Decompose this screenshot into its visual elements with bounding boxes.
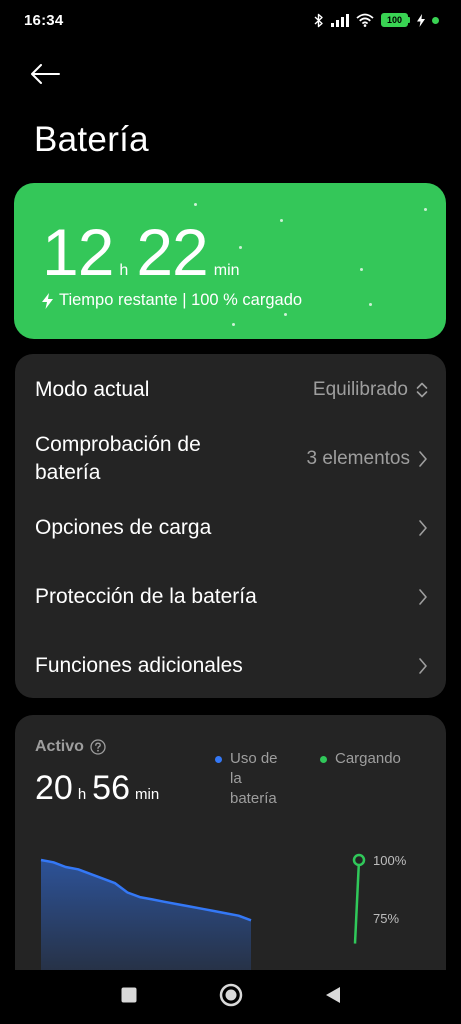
charging-dot xyxy=(432,16,439,24)
chart-legend: Uso de la batería Cargando xyxy=(215,749,401,809)
charging-point xyxy=(352,853,366,867)
active-hours-unit: h xyxy=(77,786,87,803)
chevron-right-icon xyxy=(419,589,427,605)
square-recent-icon xyxy=(121,987,136,1003)
y-tick-label: 75% xyxy=(373,911,399,926)
chevron-right-icon xyxy=(419,658,427,674)
remaining-minutes-unit: min xyxy=(213,262,240,279)
updown-chevron-icon xyxy=(416,382,428,398)
settings-row-label: Funciones adicionales xyxy=(35,654,243,677)
question-circle-icon[interactable] xyxy=(90,739,106,755)
remaining-time: 12 h 22 min xyxy=(42,219,248,285)
activity-card: Activo 20 h 56 min Uso de la batería Car… xyxy=(15,715,446,975)
wifi-icon xyxy=(356,13,374,27)
triangle-back-icon xyxy=(325,987,340,1003)
settings-row-label: Modo actual xyxy=(35,378,150,401)
arrow-left-icon xyxy=(31,64,60,84)
active-label: Activo xyxy=(35,738,106,756)
back-button[interactable] xyxy=(30,58,66,90)
legend-item-usage: Uso de la batería xyxy=(215,749,292,809)
settings-row-funciones[interactable]: Funciones adicionales xyxy=(35,650,428,682)
active-time: 20 h 56 min xyxy=(35,771,165,805)
remaining-minutes: 22 xyxy=(136,215,208,289)
lightning-icon xyxy=(42,292,53,309)
legend-label-charging: Cargando xyxy=(335,750,401,767)
legend-dot-usage xyxy=(215,756,222,763)
settings-row-opciones-carga[interactable]: Opciones de carga xyxy=(35,512,428,544)
back-nav-button[interactable] xyxy=(321,983,345,1007)
chevron-right-icon xyxy=(419,451,427,467)
settings-row-comprobacion[interactable]: Comprobación de batería 3 elementos xyxy=(35,430,428,488)
charging-line xyxy=(353,859,361,944)
settings-card: Modo actual Equilibrado Comprobación de … xyxy=(15,354,446,698)
active-minutes: 56 xyxy=(92,769,130,807)
signal-icon xyxy=(331,13,349,27)
remaining-time-card: 12 h 22 min Tiempo restante | 100 % carg… xyxy=(14,183,446,339)
circle-home-icon xyxy=(219,983,242,1007)
battery-level: 100 xyxy=(381,13,408,27)
active-minutes-unit: min xyxy=(135,786,160,803)
settings-row-proteccion[interactable]: Protección de la batería xyxy=(35,581,428,613)
legend-item-charging: Cargando xyxy=(320,749,401,809)
status-time: 16:34 xyxy=(24,11,64,29)
active-hours: 20 xyxy=(35,769,73,807)
page-title: Batería xyxy=(34,120,149,159)
navigation-bar xyxy=(0,970,461,1024)
battery-chart: 100% 75% xyxy=(40,853,407,975)
chevron-right-icon xyxy=(419,520,427,536)
legend-dot-charging xyxy=(320,756,327,763)
home-button[interactable] xyxy=(219,983,243,1007)
recent-apps-button[interactable] xyxy=(117,983,141,1007)
usage-area xyxy=(41,860,251,975)
remaining-subtitle: Tiempo restante | 100 % cargado xyxy=(42,291,302,310)
settings-row-label: Comprobación de batería xyxy=(35,433,201,484)
settings-row-label: Protección de la batería xyxy=(35,585,257,608)
settings-row-value: Equilibrado xyxy=(312,379,408,400)
status-bar: 16:34 100 xyxy=(0,0,461,40)
remaining-hours-unit: h xyxy=(119,262,129,279)
settings-row-label: Opciones de carga xyxy=(35,516,212,539)
battery-icon: 100 xyxy=(381,13,410,27)
remaining-hours: 12 xyxy=(42,215,114,289)
settings-row-modo-actual[interactable]: Modo actual Equilibrado xyxy=(35,374,428,406)
bluetooth-icon xyxy=(314,13,324,28)
y-tick-label: 100% xyxy=(373,853,407,868)
remaining-subtitle-text: Tiempo restante | 100 % cargado xyxy=(59,291,303,309)
legend-label-usage: Uso de la batería xyxy=(230,750,278,807)
active-label-text: Activo xyxy=(35,738,84,755)
charging-icon xyxy=(417,13,425,27)
settings-row-value: 3 elementos xyxy=(306,448,410,469)
status-icons: 100 xyxy=(314,13,439,28)
